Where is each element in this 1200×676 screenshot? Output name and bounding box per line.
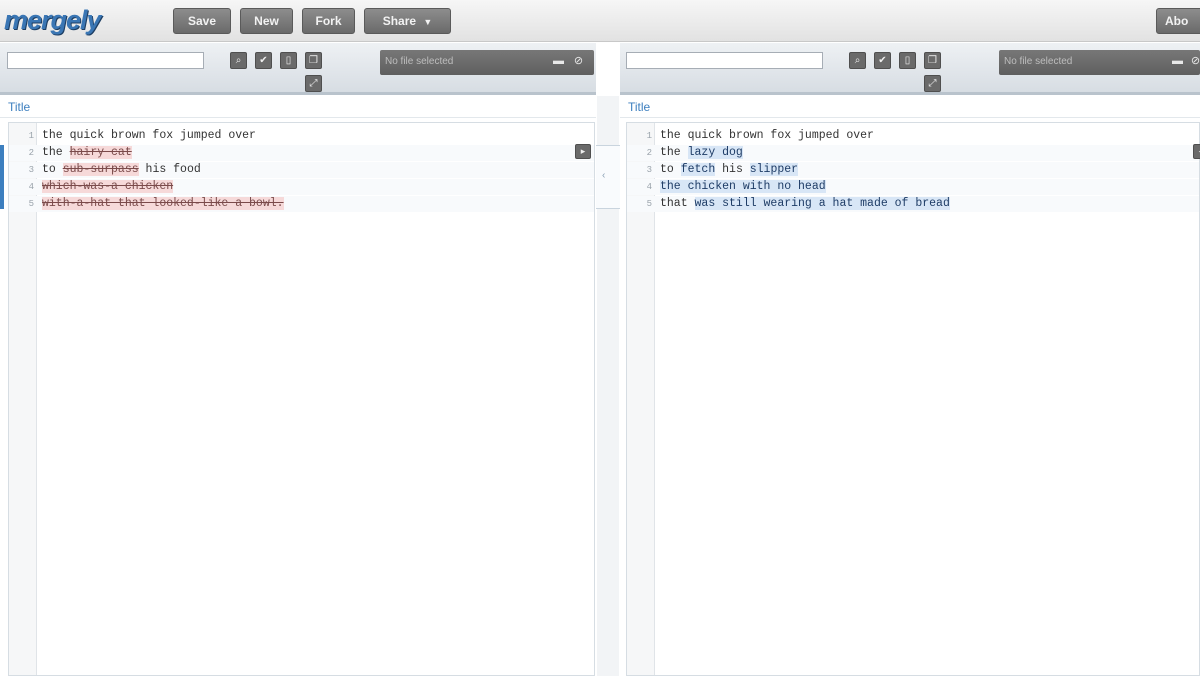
right-code-line[interactable]: 2 the lazy dog <box>627 145 1199 161</box>
right-doc-title[interactable]: Title <box>628 100 650 114</box>
deleted-text: hairy cat <box>69 146 132 159</box>
search-icon[interactable]: ⌕ <box>849 52 866 69</box>
inserted-text: fetch <box>680 163 716 176</box>
unchanged-text: to <box>660 163 681 176</box>
line-number: 1 <box>28 131 34 141</box>
folder-icon[interactable]: ▬ <box>552 55 565 68</box>
line-text: which-was-a chicken <box>42 179 174 195</box>
clear-icon[interactable]: ⊘ <box>1189 55 1200 68</box>
left-code-line[interactable]: 1 the quick brown fox jumped over <box>9 128 594 144</box>
unchanged-text: to <box>42 163 63 176</box>
right-code-line[interactable]: 1 the quick brown fox jumped over <box>627 128 1199 144</box>
unchanged-text: the <box>660 146 688 159</box>
line-number: 3 <box>646 165 652 175</box>
fork-button[interactable]: Fork <box>302 8 355 34</box>
line-text: to sub-surpass his food <box>42 162 201 178</box>
line-number: 4 <box>28 182 34 192</box>
right-search-input[interactable] <box>626 52 823 69</box>
line-number: 4 <box>646 182 652 192</box>
line-text: the quick brown fox jumped over <box>660 128 874 144</box>
inserted-text: slipper <box>749 163 799 176</box>
diff-connector <box>596 145 620 209</box>
unchanged-text: the quick brown fox jumped over <box>42 129 256 142</box>
check-icon[interactable]: ✔ <box>255 52 272 69</box>
deleted-text: with-a-hat that looked-like a bowl. <box>42 197 284 210</box>
right-code-line[interactable]: 3 to fetch his slipper <box>627 162 1199 178</box>
save-button[interactable]: Save <box>173 8 231 34</box>
inserted-text: was still wearing a hat made of bread <box>694 197 950 210</box>
top-toolbar: mergely Save New Fork Share ▼ Abo <box>0 0 1200 42</box>
copy-icon[interactable]: ❐ <box>924 52 941 69</box>
app-logo[interactable]: mergely <box>4 5 102 36</box>
left-code-line[interactable]: 4 which-was-a chicken <box>9 179 594 195</box>
search-icon[interactable]: ⌕ <box>230 52 247 69</box>
merge-right-icon[interactable]: ▸ <box>575 144 591 159</box>
document-icon[interactable]: ▯ <box>899 52 916 69</box>
right-file-chooser[interactable]: No file selected ▬ ⊘ <box>999 50 1200 75</box>
unchanged-text: that <box>660 197 695 210</box>
unchanged-text: the <box>42 146 70 159</box>
line-number: 5 <box>28 199 34 209</box>
left-search-input[interactable] <box>7 52 204 69</box>
about-button[interactable]: Abo <box>1156 8 1200 34</box>
share-button[interactable]: Share ▼ <box>364 8 451 34</box>
line-text: the quick brown fox jumped over <box>42 128 256 144</box>
line-number: 3 <box>28 165 34 175</box>
share-label: Share <box>382 14 417 28</box>
left-file-chooser[interactable]: No file selected ▬ ⊘ <box>380 50 594 75</box>
new-button[interactable]: New <box>240 8 293 34</box>
unchanged-text: his food <box>138 163 201 176</box>
left-editor[interactable]: 1 the quick brown fox jumped over 2 the hai… <box>8 122 595 676</box>
chevron-down-icon: ▼ <box>423 17 433 27</box>
document-icon[interactable]: ▯ <box>280 52 297 69</box>
change-marker <box>0 145 4 209</box>
line-number: 1 <box>646 131 652 141</box>
right-file-status: No file selected <box>1004 56 1073 67</box>
left-title-row: Title <box>0 96 596 118</box>
inserted-text: lazy dog <box>687 146 743 159</box>
merge-left-icon[interactable]: ◂ <box>1193 144 1200 159</box>
expand-icon[interactable]: ⤢ <box>305 75 322 92</box>
merge-arrow-icon[interactable]: ‹ <box>602 170 605 181</box>
left-file-status: No file selected <box>385 56 454 67</box>
folder-icon[interactable]: ▬ <box>1171 55 1184 68</box>
deleted-text: sub-surpass <box>62 163 139 176</box>
line-number: 2 <box>646 148 652 158</box>
line-text: with-a-hat that looked-like a bowl. <box>42 196 284 212</box>
unchanged-text: his <box>715 163 750 176</box>
clear-icon[interactable]: ⊘ <box>572 55 585 68</box>
left-code-line[interactable]: 2 the hairy cat <box>9 145 594 161</box>
line-text: the lazy dog <box>660 145 743 161</box>
line-text: to fetch his slipper <box>660 162 799 178</box>
right-code-line[interactable]: 4 the chicken with no head <box>627 179 1199 195</box>
left-doc-title[interactable]: Title <box>8 100 30 114</box>
left-code-line[interactable]: 3 to sub-surpass his food <box>9 162 594 178</box>
expand-icon[interactable]: ⤢ <box>924 75 941 92</box>
line-number: 2 <box>28 148 34 158</box>
unchanged-text: the quick brown fox jumped over <box>660 129 874 142</box>
deleted-text: which-was-a chicken <box>42 180 174 193</box>
copy-icon[interactable]: ❐ <box>305 52 322 69</box>
left-code-line[interactable]: 5 with-a-hat that looked-like a bowl. <box>9 196 594 212</box>
right-code-line[interactable]: 5 that was still wearing a hat made of br… <box>627 196 1199 212</box>
right-editor[interactable]: 1 the quick brown fox jumped over 2 the laz… <box>626 122 1200 676</box>
inserted-text: the chicken with no head <box>660 180 826 193</box>
right-title-row: Title <box>620 96 1200 118</box>
line-text: the hairy cat <box>42 145 132 161</box>
line-text: that was still wearing a hat made of bre… <box>660 196 950 212</box>
line-text: the chicken with no head <box>660 179 826 195</box>
check-icon[interactable]: ✔ <box>874 52 891 69</box>
line-number: 5 <box>646 199 652 209</box>
